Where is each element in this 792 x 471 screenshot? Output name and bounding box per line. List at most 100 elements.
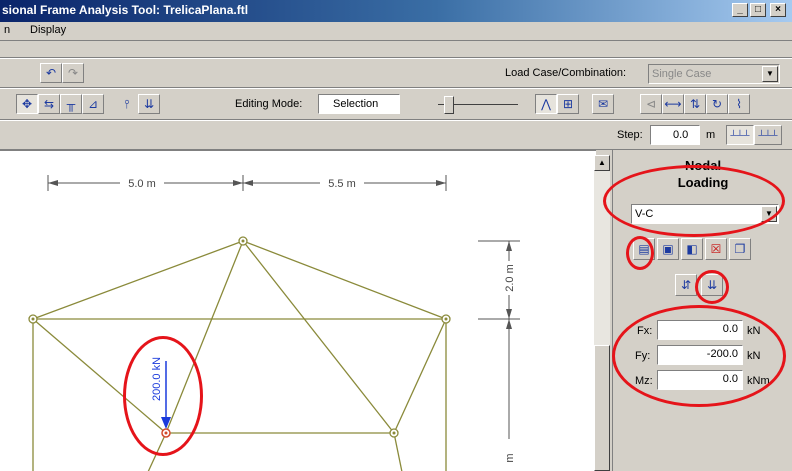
toolbar-divider [0, 40, 792, 58]
shear-tool-button[interactable]: ⇅ [684, 94, 706, 114]
new-load-button[interactable]: ▤ [633, 238, 655, 260]
dimension-horizontal [47, 175, 447, 191]
ruler-coarse-icon: ┴┴┴ [758, 130, 778, 140]
close-button[interactable]: × [770, 3, 786, 17]
redo-button[interactable]: ↷ [62, 63, 84, 83]
truss-tool-button[interactable]: ⊿ [82, 94, 104, 114]
step-value: 0.0 [673, 129, 689, 141]
mz-unit: kNm [747, 375, 770, 387]
load-case-select[interactable]: Single Case ▼ [648, 64, 780, 84]
truss-icon: ⊿ [87, 97, 99, 111]
fy-label: Fy: [635, 350, 651, 362]
save-icon: ▣ [662, 242, 674, 256]
axial-icon: ⟷ [664, 97, 682, 111]
deformed-icon: ⌇ [736, 97, 742, 111]
snap-icon: ⋀ [541, 97, 551, 111]
mz-label: Mz: [635, 375, 653, 387]
panel-title-line2: Loading [677, 175, 729, 190]
envelope-icon: ✉ [597, 97, 609, 111]
support-tool-button[interactable]: ⫯ [116, 94, 138, 114]
undo-icon: ↶ [45, 66, 57, 80]
window-controls: _ □ × [732, 3, 786, 17]
drawing-canvas[interactable]: 5.0 m 5.5 m 2.0 m m 200.0 kN [0, 150, 596, 471]
toolbar-step: Step: 0.0 m ┴┴┴ ┴┴┴ [0, 120, 792, 150]
delete-load-button[interactable]: ☒ [705, 238, 727, 260]
menu-item-display[interactable]: Display [30, 24, 66, 36]
truss-members[interactable] [32, 240, 447, 471]
rename-icon: ◧ [686, 242, 698, 256]
select-icon: ✥ [21, 97, 33, 111]
get-load-button[interactable]: ⇵ [675, 274, 697, 296]
axial-tool-button[interactable]: ⟷ [662, 94, 684, 114]
toolbar-editing: ✥ ⇆ ╥ ⊿ ⫯ ⇊ Editing Mode: Selection ⋀ ⊞ … [0, 88, 792, 120]
fx-input[interactable]: 0.0 [657, 320, 743, 340]
window-title: sional Frame Analysis Tool: TrelicaPlana… [2, 3, 249, 17]
nodal-loading-panel: Nodal Loading V-C ▼ ▤ ▣ ◧ ☒ ❐ ⇵ ⇊ Fx: 0.… [612, 150, 792, 471]
support-icon: ⫯ [124, 96, 130, 111]
ruler-coarse-button[interactable]: ┴┴┴ [754, 125, 782, 145]
apply-load-icon: ⇊ [706, 278, 718, 292]
fx-unit: kN [747, 325, 761, 337]
load-tool-button[interactable]: ⇊ [138, 94, 160, 114]
chevron-down-icon[interactable]: ▼ [761, 206, 777, 222]
save-load-button[interactable]: ▣ [657, 238, 679, 260]
grid-tool-button[interactable]: ⊞ [557, 94, 579, 114]
zoom-slider-handle[interactable] [444, 96, 454, 114]
moment-tool-button[interactable]: ↻ [706, 94, 728, 114]
grid-icon: ⊞ [562, 97, 574, 111]
move-tool-button[interactable]: ⇆ [38, 94, 60, 114]
snap-tool-button[interactable]: ⋀ [535, 94, 557, 114]
editing-mode-label: Editing Mode: [235, 98, 303, 110]
frame-icon: ╥ [66, 97, 76, 111]
maximize-button[interactable]: □ [750, 3, 766, 17]
delete-icon: ☒ [710, 242, 722, 256]
ruler-icon: ┴┴┴ [730, 130, 750, 140]
moment-icon: ↻ [711, 97, 723, 111]
copy-load-button[interactable]: ❐ [729, 238, 751, 260]
ruler-fine-button[interactable]: ┴┴┴ [726, 125, 754, 145]
load-case-label: Load Case/Combination: [505, 67, 627, 79]
mz-input[interactable]: 0.0 [657, 370, 743, 390]
redo-icon: ↷ [67, 66, 79, 80]
scroll-up-button[interactable]: ▲ [594, 155, 610, 171]
undo-button[interactable]: ↶ [40, 63, 62, 83]
select-tool-button[interactable]: ✥ [16, 94, 38, 114]
rename-load-button[interactable]: ◧ [681, 238, 703, 260]
menu-bar: n Display [0, 22, 792, 40]
step-label: Step: [617, 129, 643, 141]
load-case-dropdown[interactable]: V-C ▼ [631, 204, 779, 224]
menu-item-partial[interactable]: n [4, 24, 10, 36]
load-label: 200.0 kN [151, 357, 163, 401]
diagram-tool-button[interactable]: ⊲ [640, 94, 662, 114]
frame-tool-button[interactable]: ╥ [60, 94, 82, 114]
deformed-tool-button[interactable]: ⌇ [728, 94, 750, 114]
scroll-thumb[interactable] [594, 345, 610, 471]
step-field[interactable]: 0.0 [650, 125, 700, 145]
structure-drawing[interactable]: 5.0 m 5.5 m 2.0 m m 200.0 kN [0, 151, 596, 471]
structure-nodes[interactable] [28, 236, 451, 438]
load-case-value: Single Case [652, 68, 712, 80]
fy-input[interactable]: -200.0 [657, 345, 743, 365]
minimize-button[interactable]: _ [732, 3, 748, 17]
toolbar-main: ↶ ↷ Load Case/Combination: Single Case ▼ [0, 58, 792, 88]
dim-vertical-label-2: m [504, 453, 516, 462]
canvas-vertical-scrollbar[interactable]: ▲ [594, 155, 610, 471]
load-case-dropdown-value: V-C [635, 208, 654, 220]
editing-mode-field: Selection [318, 94, 400, 114]
fy-unit: kN [747, 350, 761, 362]
pan-icon: ⇆ [43, 97, 55, 111]
fx-label: Fx: [637, 325, 653, 337]
panel-title-line1: Nodal [684, 158, 722, 173]
editing-mode-value: Selection [333, 98, 379, 110]
diagram-icon: ⊲ [645, 97, 657, 111]
envelope-tool-button[interactable]: ✉ [592, 94, 614, 114]
chevron-down-icon[interactable]: ▼ [762, 66, 778, 82]
step-unit: m [706, 129, 716, 141]
dim-right-label: 5.5 m [328, 178, 356, 190]
apply-load-button[interactable]: ⇊ [701, 274, 723, 296]
load-icon: ⇊ [143, 97, 155, 111]
dim-left-label: 5.0 m [128, 178, 156, 190]
get-load-icon: ⇵ [680, 278, 692, 292]
dim-vertical-label: 2.0 m [504, 264, 516, 292]
title-bar: sional Frame Analysis Tool: TrelicaPlana… [0, 0, 792, 22]
